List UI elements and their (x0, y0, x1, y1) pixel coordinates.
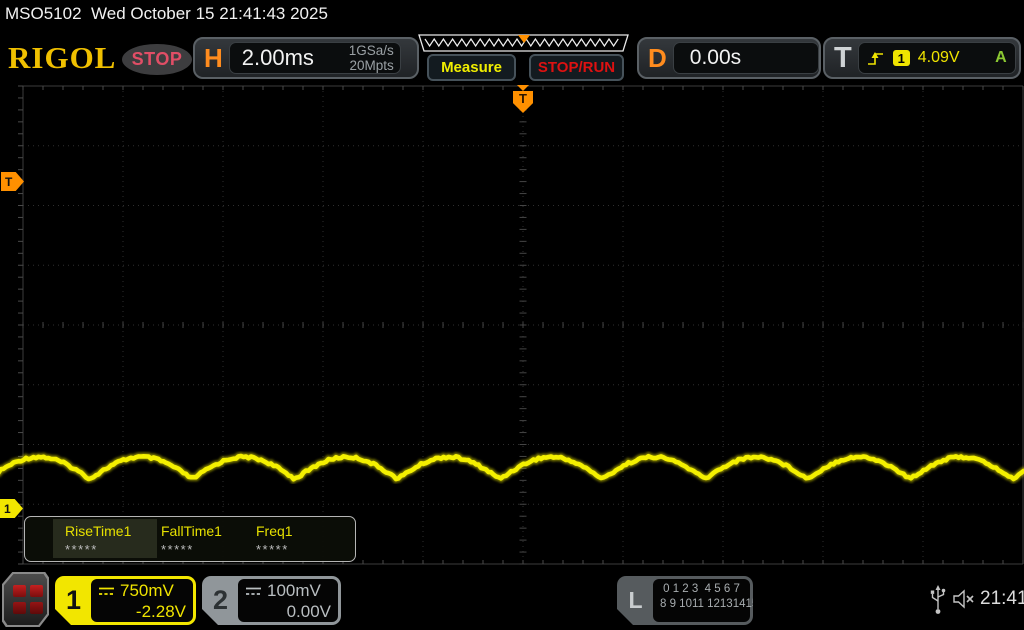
measurement-label: FallTime1 (161, 523, 261, 539)
timebase-value: 2.00ms (242, 45, 314, 71)
t-label: T (834, 42, 852, 75)
memory-depth: 20Mpts (350, 58, 394, 73)
measurement-panel: RiseTime1 ***** FallTime1 ***** Freq1 **… (24, 516, 356, 562)
measurement-label: RiseTime1 (65, 523, 165, 539)
channel1-number: 1 (55, 576, 92, 625)
channel2-offset: 0.00V (245, 602, 331, 622)
delay-value: 0.00s (690, 46, 741, 70)
acquisition-status-badge: STOP (122, 44, 192, 75)
channel2-status-block[interactable]: 2 100mV 0.00V (202, 576, 341, 625)
measurement-item[interactable]: Freq1 ***** (256, 523, 356, 557)
trigger-position-pointer (517, 85, 529, 91)
delay-inner: 0.00s (673, 42, 819, 74)
trigger-source-badge: 1 (893, 50, 910, 66)
d-label: D (648, 43, 667, 74)
logic-row-0-7: 0 1 2 3 4 5 6 7 (660, 583, 743, 596)
measurement-value: ***** (256, 542, 356, 557)
logic-channels-block[interactable]: L 0 1 2 3 4 5 6 7 8 9 1011 12131415 (617, 576, 753, 625)
titlebar: MSO5102 Wed October 15 21:41:43 2025 (5, 4, 328, 24)
clock: 21:41 (980, 588, 1024, 610)
measurement-item[interactable]: FallTime1 ***** (161, 523, 261, 557)
datetime: Wed October 15 21:41:43 2025 (91, 4, 328, 23)
logic-row-8-15: 8 9 1011 12131415 (660, 598, 743, 611)
speaker-muted-icon (952, 588, 978, 610)
rising-edge-icon (867, 49, 885, 67)
logic-label: L (617, 576, 654, 625)
measurement-value: ***** (65, 542, 165, 557)
trigger-block[interactable]: T 1 4.09V A (823, 37, 1021, 79)
model-name: MSO5102 (5, 4, 82, 23)
horizontal-timebase-block[interactable]: H 2.00ms 1GSa/s20Mpts (193, 37, 419, 79)
waveform-memory-bar (411, 34, 637, 53)
dc-coupling-icon (245, 586, 262, 597)
rigol-logo: RIGOL (8, 40, 116, 76)
measurement-label: Freq1 (256, 523, 356, 539)
measurement-value: ***** (161, 542, 261, 557)
scope-display (0, 85, 1024, 565)
channel1-status-block[interactable]: 1 750mV -2.28V (55, 576, 196, 625)
stop-run-button[interactable]: STOP/RUN (529, 54, 624, 81)
trigger-level-value: 4.09V (918, 49, 960, 67)
channel1-offset: -2.28V (98, 602, 186, 622)
quick-menu-button[interactable] (2, 572, 49, 627)
measure-button[interactable]: Measure (427, 54, 516, 81)
oscilloscope-screen: MSO5102 Wed October 15 21:41:43 2025 RIG… (0, 0, 1024, 630)
usb-icon (928, 585, 948, 617)
channel1-scale: 750mV (120, 581, 174, 601)
trigger-inner: 1 4.09V A (858, 42, 1016, 74)
quick-menu-icon (4, 574, 47, 625)
channel2-number: 2 (202, 576, 239, 625)
delay-block[interactable]: D 0.00s (637, 37, 821, 79)
trigger-mode: A (995, 49, 1007, 67)
sample-rate: 1GSa/s (349, 43, 394, 58)
dc-coupling-icon (98, 586, 115, 597)
channel2-scale: 100mV (267, 581, 321, 601)
measurement-item[interactable]: RiseTime1 ***** (65, 523, 165, 557)
graticule-grid (18, 86, 1023, 564)
h-label: H (204, 43, 223, 74)
timebase-inner: 2.00ms 1GSa/s20Mpts (229, 42, 401, 74)
